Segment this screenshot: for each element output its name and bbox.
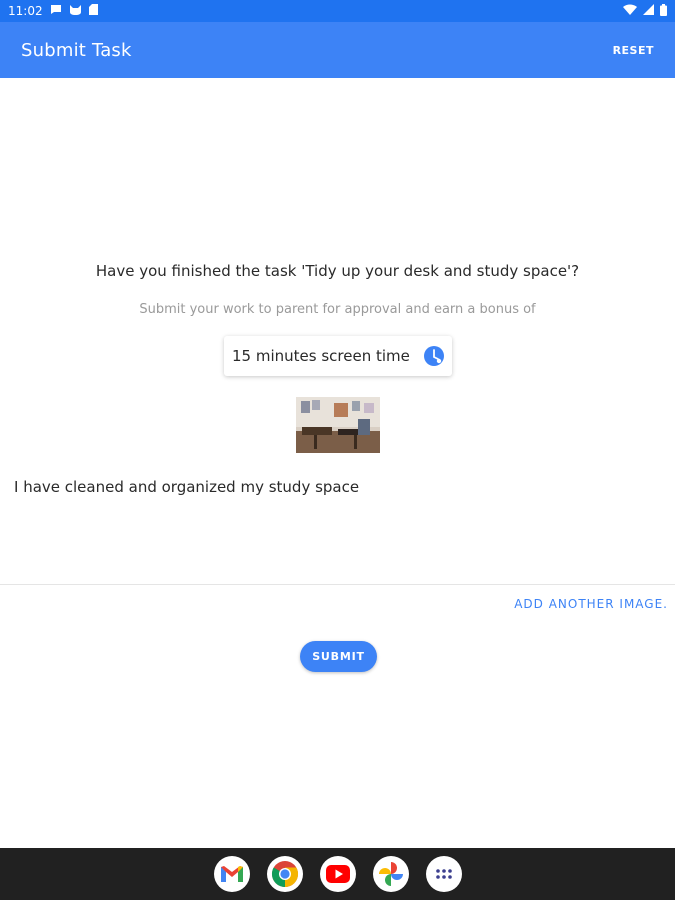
add-another-image-button[interactable]: ADD ANOTHER IMAGE.: [514, 597, 668, 611]
youtube-icon[interactable]: [319, 856, 356, 892]
submitted-image-thumbnail[interactable]: [296, 397, 380, 453]
signal-icon: [643, 4, 654, 18]
app-bar: Submit Task RESET: [0, 22, 675, 78]
submit-button[interactable]: SUBMIT: [300, 641, 377, 672]
reward-box: 15 minutes screen time: [224, 336, 452, 376]
battery-icon: [660, 3, 667, 19]
status-time: 11:02: [8, 4, 43, 18]
clock-icon: [424, 346, 444, 366]
page-title: Submit Task: [21, 39, 132, 61]
photos-icon[interactable]: [372, 856, 409, 892]
gmail-icon[interactable]: [213, 856, 250, 892]
reset-button[interactable]: RESET: [613, 38, 654, 63]
reward-label: 15 minutes screen time: [232, 347, 410, 365]
submission-comment[interactable]: I have cleaned and organized my study sp…: [14, 478, 654, 496]
divider: [0, 584, 675, 585]
app-dock: [0, 848, 675, 900]
status-bar: 11:02: [0, 0, 675, 22]
sd-card-icon: [88, 4, 98, 18]
chrome-icon[interactable]: [266, 856, 303, 892]
wifi-icon: [623, 4, 637, 18]
task-subtitle: Submit your work to parent for approval …: [139, 302, 536, 317]
chat-bubble-icon: [50, 4, 62, 18]
app-drawer-icon[interactable]: [425, 856, 462, 892]
cat-icon: [69, 4, 82, 18]
task-question: Have you finished the task 'Tidy up your…: [95, 262, 580, 280]
